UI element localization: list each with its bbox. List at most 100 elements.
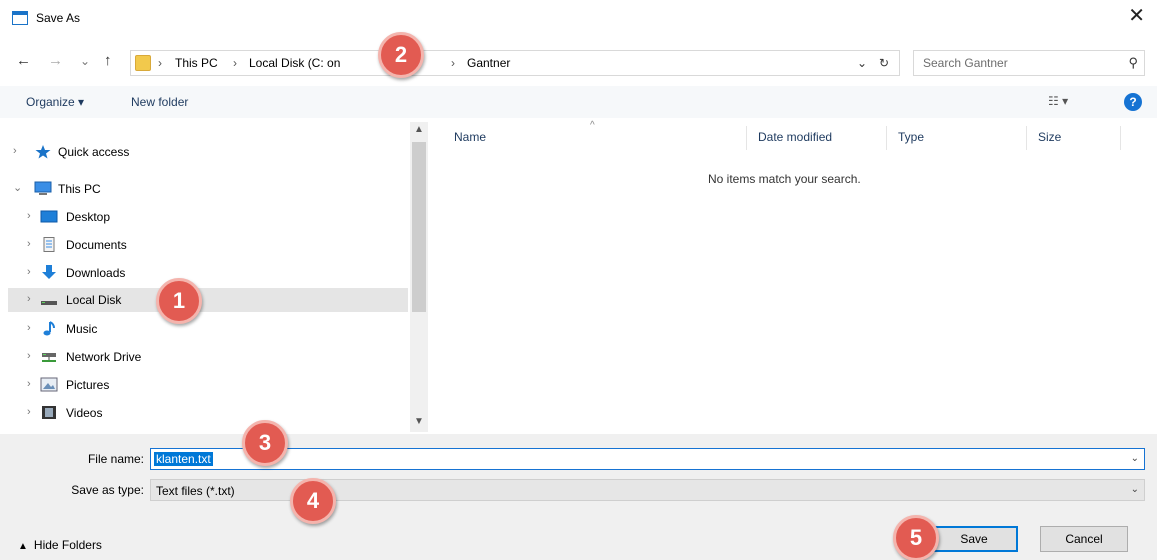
chevron-right-icon[interactable]: › <box>13 145 17 157</box>
refresh-icon[interactable]: ↻ <box>879 56 889 70</box>
column-header-size[interactable]: Size <box>1038 130 1061 144</box>
sidebar-item-label: Local Disk <box>66 293 122 307</box>
column-separator[interactable] <box>886 126 887 150</box>
address-bar[interactable]: › This PC › Local Disk (C: on › Gantner … <box>130 50 900 76</box>
scroll-down-icon[interactable]: ▼ <box>414 416 424 427</box>
sidebar-item-downloads[interactable]: › Downloads <box>22 261 422 285</box>
sidebar-item-label: Quick access <box>58 145 130 159</box>
sidebar-item-quick-access[interactable]: › Quick access <box>8 140 408 164</box>
file-list: Name ^ Date modified Type Size No items … <box>440 120 1145 432</box>
computer-icon <box>34 181 52 195</box>
sidebar-item-music[interactable]: › Music <box>22 317 422 341</box>
documents-icon <box>43 237 55 252</box>
view-options-icon[interactable]: ☷ ▾ <box>1048 94 1068 108</box>
breadcrumb-this-pc[interactable]: This PC <box>175 56 218 70</box>
annotation-badge-1: 1 <box>156 278 202 324</box>
sidebar-item-pictures[interactable]: › Pictures <box>22 373 422 397</box>
chevron-right-icon[interactable]: › <box>27 322 31 334</box>
up-arrow-icon[interactable]: ↑ <box>104 52 112 69</box>
annotation-badge-4: 4 <box>290 478 336 524</box>
network-drive-icon <box>42 353 56 362</box>
close-icon[interactable]: ✕ <box>1128 6 1145 26</box>
annotation-badge-2: 2 <box>378 32 424 78</box>
sidebar-item-label: Network Drive <box>66 350 142 364</box>
new-folder-button[interactable]: New folder <box>131 95 188 109</box>
breadcrumb-separator: › <box>233 56 237 70</box>
breadcrumb-local-disk[interactable]: Local Disk (C: on <box>249 56 340 70</box>
column-header-type[interactable]: Type <box>898 130 924 144</box>
chevron-down-icon[interactable]: ⌄ <box>13 181 22 194</box>
column-separator[interactable] <box>746 126 747 150</box>
chevron-right-icon[interactable]: › <box>27 266 31 278</box>
breadcrumb-separator: › <box>451 56 455 70</box>
videos-icon <box>42 406 56 419</box>
sidebar-item-label: Music <box>66 322 98 336</box>
window-title: Save As <box>36 11 81 25</box>
organize-button[interactable]: Organize ▾ <box>26 95 84 109</box>
file-name-label: File name: <box>87 452 144 466</box>
folder-icon <box>135 55 151 71</box>
search-icon: ⚲ <box>1128 55 1138 70</box>
navigation-bar: ← → ⌄ ↑ › This PC › Local Disk (C: on › … <box>0 48 1157 80</box>
chevron-right-icon[interactable]: › <box>27 350 31 362</box>
sidebar-item-network-drive[interactable]: › Network Drive <box>22 345 422 369</box>
annotation-badge-5: 5 <box>893 515 939 560</box>
sidebar-item-label: Videos <box>66 406 103 420</box>
hide-folders-label: Hide Folders <box>33 538 102 552</box>
address-dropdown-icon[interactable]: ⌄ <box>857 56 867 70</box>
recent-locations-icon[interactable]: ⌄ <box>80 54 90 68</box>
file-name-value: klanten.txt <box>154 452 213 466</box>
sidebar-item-this-pc[interactable]: ⌄ This PC <box>8 177 408 201</box>
save-as-type-label: Save as type: <box>71 483 144 497</box>
sidebar-item-label: Desktop <box>66 210 111 224</box>
chevron-right-icon[interactable]: › <box>27 406 31 418</box>
sidebar-item-label: Pictures <box>66 378 110 392</box>
breadcrumb-separator: › <box>158 56 162 70</box>
pictures-icon <box>40 377 58 392</box>
forward-arrow-icon[interactable]: → <box>48 52 63 69</box>
column-header-name[interactable]: Name <box>454 130 486 144</box>
drive-icon <box>41 301 57 305</box>
window-icon <box>12 11 28 25</box>
hide-folders-button[interactable]: ▲ Hide Folders <box>18 538 102 552</box>
column-header-date-modified[interactable]: Date modified <box>758 130 832 144</box>
command-toolbar: Organize ▾ New folder ☷ ▾ ? <box>0 86 1157 118</box>
save-form: File name: klanten.txt ⌄ Save as type: T… <box>0 434 1157 560</box>
sidebar-item-documents[interactable]: › Documents <box>22 233 422 257</box>
scroll-up-icon[interactable]: ▲ <box>414 124 424 135</box>
column-separator[interactable] <box>1120 126 1121 150</box>
chevron-down-icon[interactable]: ⌄ <box>1131 484 1139 495</box>
title-bar: Save As ✕ <box>0 0 1157 40</box>
empty-message: No items match your search. <box>708 172 861 186</box>
column-separator[interactable] <box>1026 126 1027 150</box>
sidebar-item-desktop[interactable]: › Desktop <box>22 205 422 229</box>
download-icon <box>42 265 56 279</box>
save-button[interactable]: Save <box>930 526 1018 552</box>
back-arrow-icon[interactable]: ← <box>16 52 31 69</box>
scrollbar-thumb[interactable] <box>412 142 426 312</box>
chevron-right-icon[interactable]: › <box>27 238 31 250</box>
annotation-badge-3: 3 <box>242 420 288 466</box>
chevron-up-icon: ▲ <box>18 541 28 552</box>
sidebar-item-label: Downloads <box>66 266 126 280</box>
chevron-right-icon[interactable]: › <box>27 378 31 390</box>
file-name-field[interactable]: klanten.txt ⌄ <box>150 448 1145 470</box>
sort-ascending-icon: ^ <box>590 120 595 131</box>
sidebar-item-label: Documents <box>66 238 127 252</box>
cancel-button[interactable]: Cancel <box>1040 526 1128 552</box>
search-input[interactable]: Search Gantner ⚲ <box>913 50 1145 76</box>
desktop-icon <box>40 210 58 223</box>
save-as-type-value: Text files (*.txt) <box>156 484 235 498</box>
help-icon[interactable]: ? <box>1124 93 1142 111</box>
chevron-right-icon[interactable]: › <box>27 210 31 222</box>
breadcrumb-gantner[interactable]: Gantner <box>467 56 510 70</box>
sidebar-item-videos[interactable]: › Videos <box>22 401 422 425</box>
music-icon <box>43 321 55 336</box>
search-placeholder: Search Gantner <box>923 56 1008 70</box>
star-icon <box>35 145 51 159</box>
navigation-pane: › Quick access ⌄ This PC › Desktop › Doc… <box>0 122 428 432</box>
navigation-scrollbar[interactable]: ▲ ▼ <box>410 122 428 432</box>
chevron-down-icon[interactable]: ⌄ <box>1131 453 1139 464</box>
chevron-right-icon[interactable]: › <box>27 293 31 305</box>
sidebar-item-local-disk[interactable]: › Local Disk <box>8 288 408 312</box>
